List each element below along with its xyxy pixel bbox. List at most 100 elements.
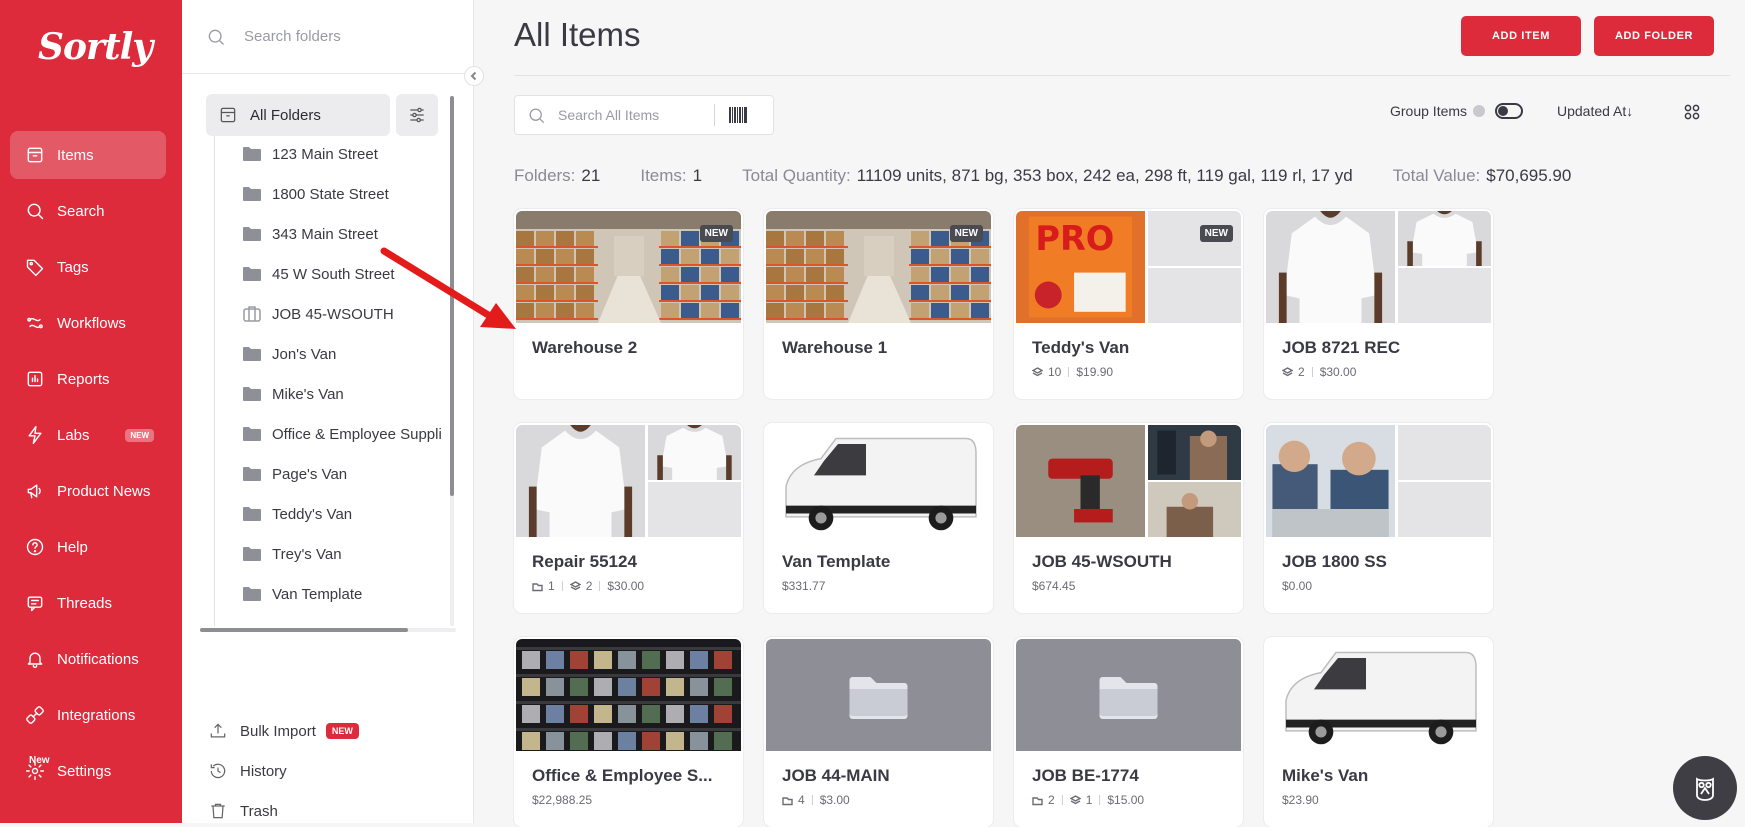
card-meta-value: 4 [782, 793, 805, 807]
nav-item-items[interactable]: Items [10, 131, 166, 179]
stack-icon [1282, 366, 1293, 376]
folder-item[interactable]: 45 W South Street [242, 254, 460, 294]
folder-card[interactable]: Mike's Van $23.90 [1264, 637, 1493, 827]
items-search [514, 95, 774, 135]
folder-item-label: 1800 State Street [272, 185, 389, 203]
folder-card[interactable]: JOB 8721 REC 2 $30.00 [1264, 209, 1493, 399]
search-icon [529, 108, 545, 123]
folder-card[interactable]: JOB 45-WSOUTH $674.45 [1014, 423, 1243, 613]
nav-item-workflows[interactable]: Workflows [10, 299, 166, 347]
folder-item[interactable]: Page's Van [242, 454, 460, 494]
folder-item[interactable]: Teddy's Van [242, 494, 460, 534]
card-thumbnail [1266, 211, 1491, 323]
all-folders-item[interactable]: All Folders [206, 94, 390, 136]
folder-icon [243, 187, 261, 201]
folder-card[interactable]: Office & Employee S... $22,988.25 [514, 637, 743, 827]
folder-horizontal-scrollbar[interactable] [200, 628, 408, 632]
folder-item[interactable]: Mike's Van [242, 374, 460, 414]
card-thumbnail [766, 639, 991, 751]
folder-card[interactable]: Van Template $331.77 [764, 423, 993, 613]
sortly-logo[interactable]: Sortly [38, 26, 153, 68]
folder-filter-button[interactable] [396, 94, 438, 136]
nav-item-search[interactable]: Search [10, 187, 166, 235]
nav-item-product-news[interactable]: Product News [10, 467, 166, 515]
card-meta: 2 $30.00 [1282, 365, 1356, 379]
barcode-icon[interactable] [729, 107, 747, 123]
folder-item[interactable]: 123 Main Street [242, 134, 460, 174]
trash-icon [211, 803, 225, 819]
help-icon [24, 536, 46, 558]
total-value: $70,695.90 [1486, 166, 1572, 185]
folder-card[interactable]: NEW Warehouse 2 [514, 209, 743, 399]
folder-card[interactable]: JOB 44-MAIN 4 $3.00 [764, 637, 993, 827]
search-icon [208, 29, 224, 45]
folder-icon [243, 427, 261, 441]
card-meta-value: $23.90 [1282, 793, 1319, 807]
nav-item-notifications[interactable]: Notifications [10, 635, 166, 683]
card-thumbnail [1016, 639, 1241, 751]
folder-item-label: 123 Main Street [272, 145, 378, 163]
card-meta: 10 $19.90 [1032, 365, 1113, 379]
folder-item-label: 343 Main Street [272, 225, 378, 243]
card-meta-value: $0.00 [1282, 579, 1313, 593]
grid-view-icon[interactable] [1684, 104, 1700, 125]
card-title: Mike's Van [1282, 766, 1369, 785]
nav-item-tags[interactable]: Tags [10, 243, 166, 291]
card-title: JOB 45-WSOUTH [1032, 552, 1172, 571]
folder-item[interactable]: 1800 State Street [242, 174, 460, 214]
card-thumbnail [1266, 425, 1491, 537]
group-items-label: Group Items [1390, 103, 1468, 119]
bulk-import-link[interactable]: Bulk Import NEW [208, 716, 359, 746]
owl-assistant-button[interactable] [1673, 756, 1737, 820]
folder-search-input[interactable] [244, 28, 444, 45]
nav-item-label: Notifications [57, 650, 139, 668]
owl-icon [1696, 777, 1714, 801]
folder-card[interactable]: PRO NEW Teddy's Van 10 $19.90 [1014, 209, 1243, 399]
card-title: JOB 44-MAIN [782, 766, 890, 785]
items-search-input[interactable] [558, 107, 708, 123]
folder-icon [532, 582, 543, 591]
reports-icon [24, 368, 46, 390]
folder-item[interactable]: 343 Main Street [242, 214, 460, 254]
folder-item[interactable]: Jon's Van [242, 334, 460, 374]
add-item-button[interactable]: ADD ITEM [1461, 16, 1581, 56]
nav-item-threads[interactable]: Threads [10, 579, 166, 627]
nav-item-label: Search [57, 202, 105, 220]
folder-card[interactable]: JOB 1800 SS $0.00 [1264, 423, 1493, 613]
folder-item[interactable]: Office & Employee Suppli [242, 414, 460, 454]
folder-card[interactable]: NEW Warehouse 1 [764, 209, 993, 399]
card-thumbnail [1016, 425, 1241, 537]
history-link[interactable]: History [208, 756, 287, 786]
nav-item-help[interactable]: Help [10, 523, 166, 571]
folder-card[interactable]: Repair 55124 1 2 $30.00 [514, 423, 743, 613]
help-icon[interactable] [1473, 105, 1486, 117]
trash-link[interactable]: Trash [208, 796, 278, 826]
folder-vertical-scrollbar[interactable] [450, 96, 454, 496]
card-meta-value: $30.00 [607, 579, 645, 593]
nav-item-integrations[interactable]: Integrations [10, 691, 166, 739]
folder-item-label: JOB 45-WSOUTH [272, 305, 394, 323]
upload-icon [210, 723, 226, 738]
card-meta: $23.90 [1282, 793, 1319, 807]
folder-item[interactable]: Van Template [242, 574, 460, 614]
collapse-panel-button[interactable] [464, 66, 484, 86]
main-content: All Items ADD ITEM ADD FOLDER Group Item… [474, 0, 1745, 827]
card-meta-value: $15.00 [1107, 793, 1145, 807]
nav-item-label: Tags [57, 258, 89, 276]
group-items-toggle[interactable] [1495, 103, 1524, 119]
add-folder-button[interactable]: ADD FOLDER [1594, 16, 1714, 56]
main-nav: Sortly Items Search Tags Workflows Reports La… [0, 0, 182, 823]
card-meta-value: $19.90 [1076, 365, 1114, 379]
folder-card[interactable]: JOB BE-1774 2 1 $15.00 [1014, 637, 1243, 827]
card-meta-value: 2 [1032, 793, 1055, 807]
folder-item[interactable]: JOB 45-WSOUTH [242, 294, 460, 334]
folder-item[interactable]: Trey's Van [242, 534, 460, 574]
sort-dropdown[interactable]: Updated At↓ [1557, 103, 1633, 119]
card-meta-value: $331.77 [782, 579, 826, 593]
nav-item-reports[interactable]: Reports [10, 355, 166, 403]
stack-icon [569, 580, 581, 590]
nav-item-label: Threads [57, 594, 113, 612]
nav-item-labs[interactable]: Labs NEW [10, 411, 166, 459]
folder-item-label: Jon's Van [272, 345, 337, 363]
arrow-down-icon: ↓ [1626, 103, 1634, 119]
